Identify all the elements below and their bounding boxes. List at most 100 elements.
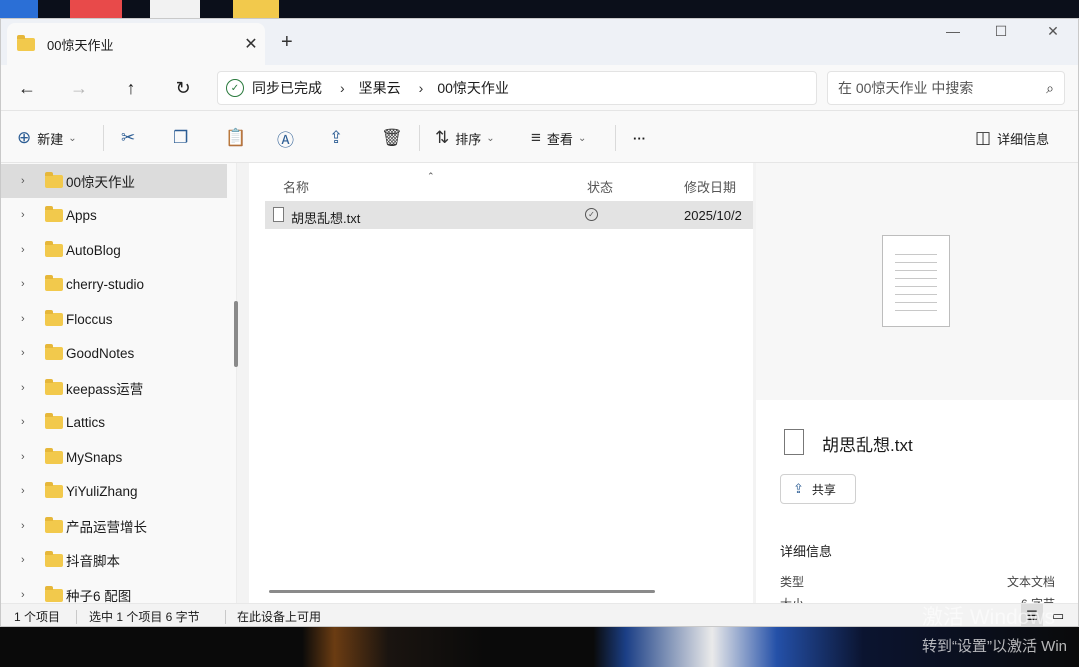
title-bar: 00惊天作业 ✕ + — ☐ ✕ <box>1 19 1078 65</box>
sidebar-scrollbar[interactable] <box>234 301 238 367</box>
sidebar-item[interactable]: › keepass运营 <box>1 371 227 405</box>
doc-line <box>895 310 937 311</box>
chevron-right-icon[interactable]: › <box>1 278 45 290</box>
document-preview-icon <box>882 235 950 327</box>
desktop-wallpaper <box>0 627 1079 667</box>
tab-close-icon[interactable]: ✕ <box>237 34 265 54</box>
details-pane-button[interactable]: ◫ 详细信息 <box>975 126 1049 150</box>
breadcrumb[interactable]: ✓ 同步已完成 › 坚果云 › 00惊天作业 <box>217 71 817 105</box>
sidebar-item-label: 产品运营增长 <box>66 520 147 535</box>
share-button[interactable]: ⇪ 共享 <box>780 474 856 504</box>
tab-active[interactable]: 00惊天作业 ✕ <box>7 23 265 65</box>
folder-icon <box>45 447 63 464</box>
copy-button[interactable]: ❐ <box>173 126 194 150</box>
detail-label-type: 类型 <box>780 575 805 589</box>
table-row[interactable]: 胡思乱想.txt ✓ 2025/10/2 <box>265 201 753 229</box>
close-button[interactable]: ✕ <box>1033 23 1073 40</box>
doc-line <box>895 286 937 287</box>
doc-line <box>895 302 937 303</box>
sidebar-item-label: MySnaps <box>66 449 123 465</box>
chevron-right-icon[interactable]: › <box>1 313 45 325</box>
chevron-right-icon[interactable]: › <box>1 520 45 532</box>
sidebar-item[interactable]: › Apps <box>1 198 227 232</box>
divider <box>615 125 616 151</box>
chevron-right-icon[interactable]: › <box>1 175 45 187</box>
sidebar-item[interactable]: › cherry-studio <box>1 267 227 301</box>
breadcrumb-item[interactable]: 坚果云 <box>359 78 401 98</box>
refresh-icon[interactable]: ↻ <box>169 75 197 101</box>
share-button[interactable]: ⇪ <box>329 126 349 150</box>
folder-icon <box>45 516 63 533</box>
search-input[interactable]: 在 00惊天作业 中搜索 ⌕ <box>827 71 1065 105</box>
sidebar-item[interactable]: › YiYuliZhang <box>1 474 227 508</box>
column-header-modified[interactable]: 修改日期 <box>684 177 736 196</box>
cut-button[interactable]: ✂ <box>121 126 141 150</box>
chevron-right-icon[interactable]: › <box>1 554 45 566</box>
back-arrow-icon[interactable]: ← <box>13 75 41 101</box>
status-bar: 1 个项目 选中 1 个项目 6 字节 在此设备上可用 ☰ ▭ <box>1 603 1078 626</box>
sidebar-item[interactable]: › 产品运营增长 <box>1 509 227 543</box>
sidebar-item[interactable]: › Lattics <box>1 405 227 439</box>
delete-button[interactable]: 🗑 <box>381 126 409 150</box>
chevron-right-icon[interactable]: › <box>1 209 45 221</box>
chevron-right-icon[interactable]: › <box>419 80 424 96</box>
paste-button[interactable]: 📋 <box>225 126 252 150</box>
chevron-right-icon[interactable]: › <box>340 80 345 96</box>
desktop-icon <box>150 0 200 18</box>
folder-icon <box>45 585 63 602</box>
more-options-button[interactable]: ··· <box>633 126 646 150</box>
breadcrumb-item[interactable]: 同步已完成 <box>252 78 322 98</box>
command-bar: ⊕ 新建 ⌄ ✂ ❐ 📋 Ⓐ ⇪ 🗑 ⇅ 排序 ⌄ ≡ 查看 ⌄ ··· ◫ 详… <box>1 111 1078 163</box>
up-arrow-icon[interactable]: ↑ <box>117 75 145 101</box>
forward-arrow-icon[interactable]: → <box>65 75 93 101</box>
sort-icon: ⇅ <box>435 128 450 147</box>
file-list[interactable]: 名称 状态 修改日期 胡思乱想.txt ✓ 2025/10/2 <box>249 163 753 603</box>
horizontal-scrollbar[interactable] <box>269 590 655 593</box>
file-explorer-window: 00惊天作业 ✕ + — ☐ ✕ ← → ↑ ↻ ✓ 同步已完成 › 坚果云 ›… <box>0 18 1079 627</box>
sidebar-item[interactable]: › 抖音脚本 <box>1 543 227 577</box>
maximize-button[interactable]: ☐ <box>981 23 1021 40</box>
desktop-icon <box>70 0 122 18</box>
details-label: 详细信息 <box>997 131 1050 147</box>
sort-button[interactable]: ⇅ 排序 ⌄ <box>435 126 495 150</box>
status-item-count: 1 个项目 <box>14 610 61 624</box>
chevron-right-icon[interactable]: › <box>1 589 45 601</box>
sidebar-item[interactable]: › Floccus <box>1 302 227 336</box>
share-label: 共享 <box>811 482 836 497</box>
details-pane-icon: ◫ <box>975 128 992 147</box>
sidebar-item[interactable]: › AutoBlog <box>1 233 227 267</box>
column-header-name[interactable]: 名称 <box>283 177 309 196</box>
folder-icon <box>45 412 63 429</box>
sidebar-item[interactable]: › 00惊天作业 <box>1 164 227 198</box>
chevron-right-icon[interactable]: › <box>1 244 45 256</box>
text-file-icon <box>784 429 804 455</box>
minimize-button[interactable]: — <box>933 23 973 39</box>
sidebar-item[interactable]: › MySnaps <box>1 440 227 474</box>
view-icon: ≡ <box>531 128 541 147</box>
chevron-right-icon[interactable]: › <box>1 416 45 428</box>
chevron-right-icon[interactable]: › <box>1 485 45 497</box>
chevron-right-icon[interactable]: › <box>1 382 45 394</box>
sidebar-item-label: GoodNotes <box>66 345 135 361</box>
detail-value-type: 文本文档 <box>1006 575 1055 589</box>
detail-value-size: 6 字节 <box>1021 595 1055 603</box>
chevron-down-icon: ⌄ <box>577 132 587 144</box>
folder-icon <box>45 481 63 498</box>
new-tab-button[interactable]: + <box>281 31 293 54</box>
new-button[interactable]: ⊕ 新建 ⌄ <box>17 126 77 150</box>
navigation-pane[interactable]: › 00惊天作业 › Apps › AutoBlog › cherry-studio ›… <box>1 163 237 603</box>
sidebar-item-label: keepass运营 <box>66 382 144 397</box>
breadcrumb-item[interactable]: 00惊天作业 <box>437 78 509 98</box>
column-header-status[interactable]: 状态 <box>587 177 613 196</box>
chevron-right-icon[interactable]: › <box>1 451 45 463</box>
address-bar-row: ← → ↑ ↻ ✓ 同步已完成 › 坚果云 › 00惊天作业 在 00惊天作业 … <box>1 65 1078 111</box>
sidebar-item-label: AutoBlog <box>66 242 121 258</box>
doc-line <box>895 254 937 255</box>
sidebar-item[interactable]: › 种子6 配图 <box>1 578 227 603</box>
preview-file-name: 胡思乱想.txt <box>822 436 913 455</box>
rename-button[interactable]: Ⓐ <box>277 126 300 150</box>
sidebar-item[interactable]: › GoodNotes <box>1 336 227 370</box>
chevron-right-icon[interactable]: › <box>1 347 45 359</box>
view-button[interactable]: ≡ 查看 ⌄ <box>531 126 586 150</box>
text-file-icon <box>273 207 284 222</box>
